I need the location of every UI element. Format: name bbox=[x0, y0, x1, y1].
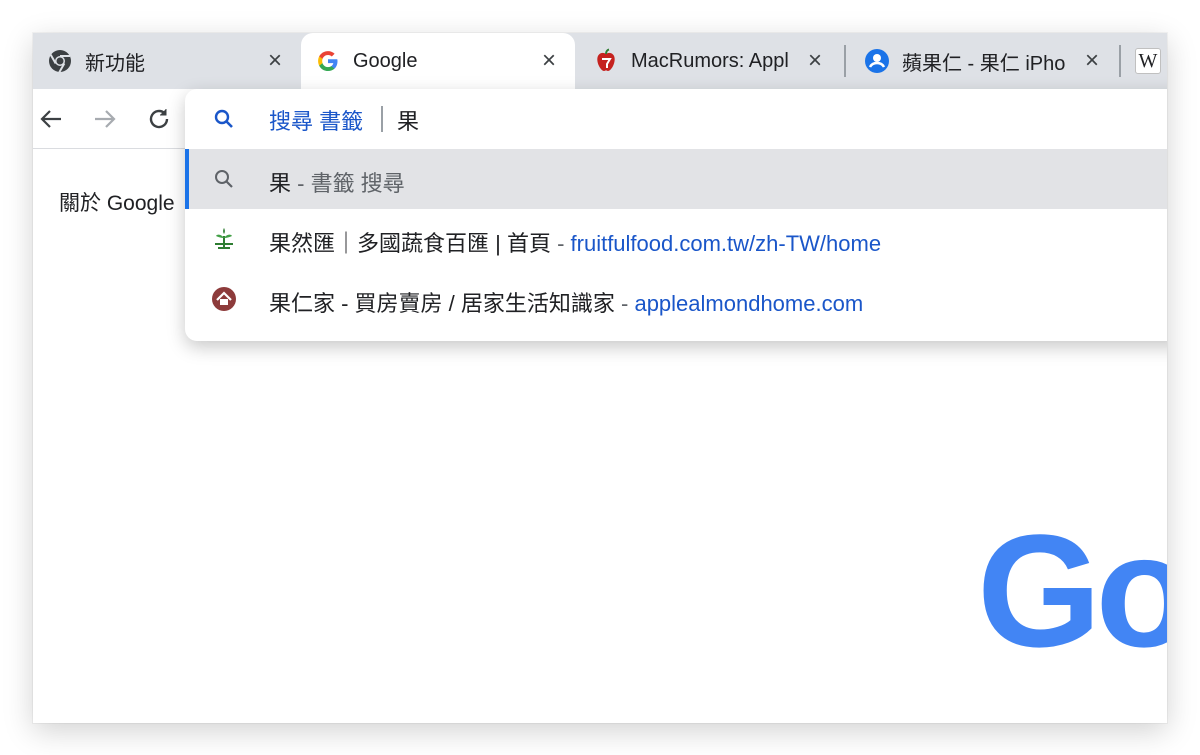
suggestion-row[interactable]: 果仁家 - 買房賣房 / 居家生活知識家 - applealmondhome.c… bbox=[185, 269, 1167, 329]
selection-indicator bbox=[185, 149, 189, 209]
address-bar[interactable]: 搜尋 書籤 果 bbox=[185, 89, 1167, 149]
chrome-icon bbox=[47, 48, 73, 74]
suggestion-url: fruitfulfood.com.tw/zh-TW/home bbox=[570, 231, 882, 256]
suggestion-title: 果 bbox=[269, 171, 292, 196]
search-icon bbox=[211, 166, 237, 192]
suggestion-title: 果仁家 - 買房賣房 / 居家生活知識家 bbox=[269, 291, 615, 316]
tab-title: Google bbox=[353, 49, 418, 72]
close-tab-icon[interactable]: × bbox=[803, 49, 827, 73]
suggestion-row[interactable]: 果然匯｜多國蔬食百匯 | 首頁 - fruitfulfood.com.tw/zh… bbox=[185, 209, 1167, 269]
close-tab-icon[interactable]: × bbox=[1080, 49, 1104, 73]
omnibox-input[interactable]: 果 bbox=[397, 104, 419, 136]
browser-window: 新功能 × Google × MacRumors: Appl × 蘋果仁 - 果… bbox=[33, 33, 1167, 723]
tab-macrumors[interactable]: MacRumors: Appl × bbox=[579, 33, 841, 89]
suggestion-description: - 書籤 搜尋 bbox=[291, 171, 405, 196]
wikipedia-icon: W bbox=[1135, 48, 1161, 74]
tab-title: MacRumors: Appl bbox=[631, 49, 789, 72]
suggestion-url: applealmondhome.com bbox=[634, 291, 864, 316]
suggestion-title: 果然匯｜多國蔬食百匯 | 首頁 bbox=[269, 231, 551, 256]
suggestion-separator: - bbox=[614, 291, 635, 316]
tab-wikipedia[interactable]: W bbox=[1125, 33, 1167, 89]
tab-separator bbox=[844, 45, 846, 77]
suggestion-row[interactable]: 果 - 書籤 搜尋 bbox=[185, 149, 1167, 209]
applealmondhome-icon bbox=[211, 286, 237, 312]
back-icon[interactable] bbox=[35, 103, 67, 135]
tab-applealmond[interactable]: 蘋果仁 - 果仁 iPho × bbox=[850, 33, 1118, 89]
google-logo: Go bbox=[977, 499, 1167, 683]
applealmond-person-icon bbox=[864, 48, 890, 74]
keyword-divider bbox=[381, 106, 383, 132]
tab-strip: 新功能 × Google × MacRumors: Appl × 蘋果仁 - 果… bbox=[33, 33, 1167, 89]
search-icon bbox=[213, 108, 235, 135]
tab-title: 蘋果仁 - 果仁 iPho bbox=[902, 52, 1066, 75]
tab-new-features[interactable]: 新功能 × bbox=[33, 33, 301, 89]
omnibox-dropdown: 搜尋 書籤 果 果 - 書籤 搜尋 果然匯｜多國蔬食百匯 | 首頁 - frui… bbox=[185, 89, 1167, 341]
tab-google[interactable]: Google × bbox=[301, 33, 575, 89]
about-google-link[interactable]: 關於 Google bbox=[59, 187, 175, 217]
forward-icon[interactable] bbox=[89, 103, 121, 135]
tab-separator bbox=[1119, 45, 1121, 77]
search-keyword-chip[interactable]: 搜尋 書籤 bbox=[269, 104, 363, 136]
reload-icon[interactable] bbox=[143, 103, 175, 135]
google-g-icon bbox=[315, 48, 341, 74]
google-logo-text: Go bbox=[977, 501, 1167, 680]
macrumors-apple-icon bbox=[593, 48, 619, 74]
close-tab-icon[interactable]: × bbox=[263, 49, 287, 73]
close-tab-icon[interactable]: × bbox=[537, 49, 561, 73]
suggestion-separator: - bbox=[550, 231, 571, 256]
tab-title: 新功能 bbox=[85, 52, 145, 75]
fruitfulfood-icon bbox=[211, 226, 237, 252]
